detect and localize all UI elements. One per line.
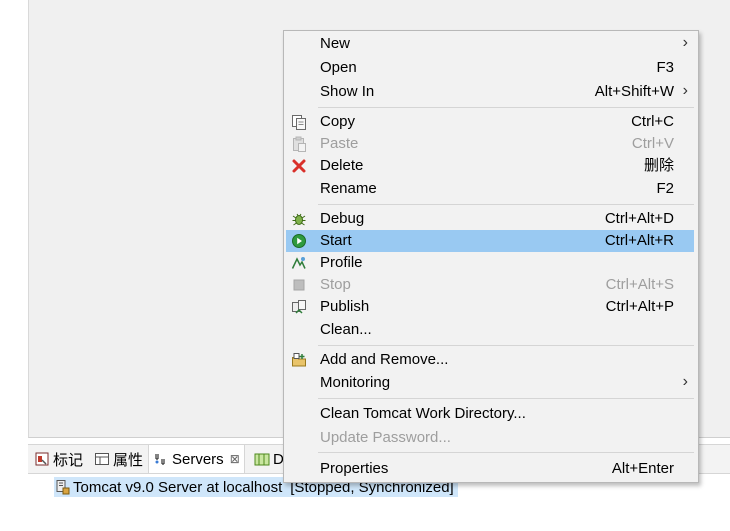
markers-icon (34, 451, 50, 467)
menu-item-shortcut: Ctrl+Alt+R (604, 232, 674, 249)
publish-icon (291, 299, 307, 315)
menu-item-label: Profile (320, 254, 363, 271)
menu-item-clean-tomcat-work-directory[interactable]: Clean Tomcat Work Directory... (286, 403, 694, 425)
menu-separator (318, 204, 694, 205)
chevron-right-icon: › (682, 373, 688, 390)
menu-item-open[interactable]: Open F3 (286, 57, 694, 79)
chevron-right-icon: › (682, 82, 688, 99)
menu-item-update-password[interactable]: Update Password... (286, 427, 694, 449)
menu-item-add-remove[interactable]: Add and Remove... (286, 349, 694, 371)
menu-item-label: Start (320, 232, 352, 249)
servers-icon (153, 451, 169, 467)
menu-item-delete[interactable]: Delete 删除 (286, 155, 694, 177)
tab-label: Servers (172, 450, 224, 468)
tab-properties[interactable]: 属性 (90, 445, 147, 473)
menu-item-label: Open (320, 59, 357, 76)
menu-item-profile[interactable]: Profile (286, 252, 694, 274)
left-margin (0, 0, 28, 531)
menu-item-shortcut: 删除 (643, 157, 674, 174)
menu-item-shortcut: Ctrl+Alt+S (605, 276, 674, 293)
tab-servers[interactable]: Servers ⊠ (148, 445, 245, 473)
menu-item-clean[interactable]: Clean... (286, 319, 694, 341)
menu-item-properties[interactable]: Properties Alt+Enter (286, 458, 694, 480)
menu-item-label: Properties (320, 460, 389, 477)
menu-separator (318, 452, 694, 453)
menu-separator (318, 107, 694, 108)
copy-icon (291, 114, 307, 130)
debug-icon (291, 211, 307, 227)
menu-item-monitoring[interactable]: Monitoring › (286, 372, 694, 394)
menu-item-shortcut: Ctrl+Alt+D (604, 210, 674, 227)
tab-label: 标记 (53, 451, 84, 469)
stop-icon (291, 277, 307, 293)
menu-item-stop[interactable]: Stop Ctrl+Alt+S (286, 274, 694, 296)
menu-separator (318, 398, 694, 399)
properties-icon (94, 451, 110, 467)
menu-item-label: Rename (320, 180, 377, 197)
menu-item-label: Paste (320, 135, 359, 152)
menu-item-paste[interactable]: Paste Ctrl+V (286, 133, 694, 155)
menu-item-label: Add and Remove... (320, 351, 449, 368)
tomcat-server-icon (54, 479, 70, 495)
menu-item-shortcut: Alt+Enter (611, 460, 674, 477)
close-icon[interactable]: ⊠ (230, 452, 240, 466)
tab-label: 属性 (113, 451, 144, 469)
menu-item-shortcut: F3 (656, 59, 674, 76)
menu-item-label: Debug (320, 210, 365, 227)
menu-item-publish[interactable]: Publish Ctrl+Alt+P (286, 296, 694, 318)
data-source-explorer-icon (254, 451, 270, 467)
add-remove-icon (291, 352, 307, 368)
server-name: Tomcat v9.0 Server at localhost (73, 478, 283, 496)
menu-item-shortcut: Ctrl+V (631, 135, 674, 152)
menu-item-debug[interactable]: Debug Ctrl+Alt+D (286, 208, 694, 230)
context-menu: New › Open F3 Show In Alt+Shift+W › Copy… (283, 30, 699, 483)
menu-item-label: Copy (320, 113, 356, 130)
menu-item-shortcut: F2 (656, 180, 674, 197)
menu-separator (318, 345, 694, 346)
menu-item-label: Show In (320, 83, 375, 100)
menu-item-new[interactable]: New › (286, 33, 694, 55)
menu-item-start[interactable]: Start Ctrl+Alt+R (286, 230, 694, 252)
menu-item-label: Stop (320, 276, 351, 293)
menu-item-label: Clean... (320, 321, 372, 338)
delete-icon (291, 158, 307, 174)
start-icon (291, 233, 307, 249)
menu-item-label: New (320, 35, 351, 52)
menu-item-label: Clean Tomcat Work Directory... (320, 405, 526, 422)
paste-icon (291, 136, 307, 152)
menu-item-copy[interactable]: Copy Ctrl+C (286, 111, 694, 133)
menu-item-shortcut: Alt+Shift+W (594, 83, 674, 100)
menu-item-label: Monitoring (320, 374, 391, 391)
menu-item-show-in[interactable]: Show In Alt+Shift+W › (286, 81, 694, 103)
profile-icon (291, 255, 307, 271)
tab-markers[interactable]: 标记 (30, 445, 87, 473)
menu-item-shortcut: Ctrl+C (631, 113, 674, 130)
menu-item-shortcut: Ctrl+Alt+P (605, 298, 674, 315)
menu-item-label: Update Password... (320, 429, 451, 446)
menu-item-label: Delete (320, 157, 364, 174)
menu-item-label: Publish (320, 298, 370, 315)
chevron-right-icon: › (682, 34, 688, 51)
menu-item-rename[interactable]: Rename F2 (286, 178, 694, 200)
